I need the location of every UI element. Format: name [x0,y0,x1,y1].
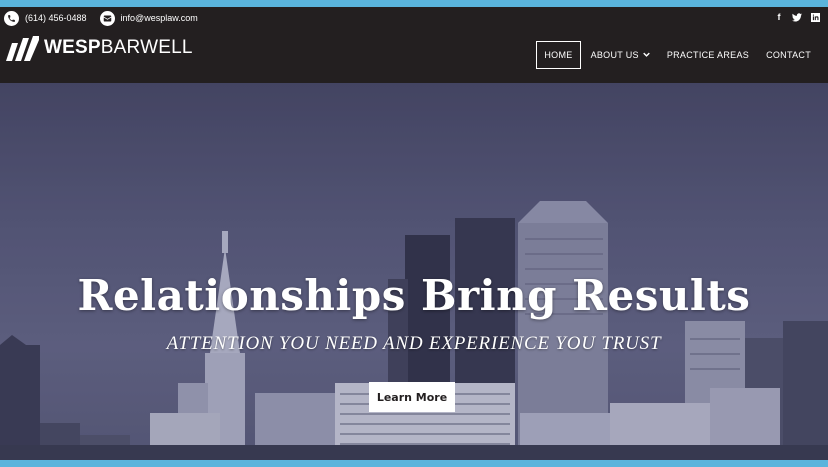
hero-banner: Relationships Bring Results ATTENTION YO… [0,83,828,460]
nav-about-us[interactable]: ABOUT US [584,42,657,68]
phone-icon [4,10,19,26]
phone-number: (614) 456-0488 [25,13,87,23]
nav-practice-areas[interactable]: PRACTICE AREAS [660,42,756,68]
email-address: info@wesplaw.com [120,13,198,23]
nav-about-label: ABOUT US [590,50,639,60]
twitter-icon[interactable] [792,12,802,22]
hero-subheadline: ATTENTION YOU NEED AND EXPERIENCE YOU TR… [166,333,662,354]
logo-wordmark: WESPBARWELL [44,37,193,59]
top-bar: (614) 456-0488 info@wesplaw.com f [0,7,828,29]
primary-nav: HOME ABOUT US PRACTICE AREAS CONTACT [533,41,818,69]
linkedin-icon[interactable] [810,12,820,22]
top-accent-bar [0,0,828,7]
envelope-icon [99,10,115,26]
logo-word-wesp: WESP [44,37,101,58]
site-logo[interactable]: WESPBARWELL [6,34,193,62]
chevron-down-icon [643,52,650,59]
logo-mark-icon [6,36,39,61]
bottom-accent-bar [0,460,828,467]
hero-headline: Relationships Bring Results [77,271,751,320]
nav-home[interactable]: HOME [536,41,581,69]
learn-more-button[interactable]: Learn More [369,382,455,412]
logo-word-barwell: BARWELL [100,37,193,58]
facebook-icon[interactable]: f [774,12,784,22]
main-navbar: WESPBARWELL HOME ABOUT US PRACTICE AREAS… [0,29,828,83]
email-contact[interactable]: info@wesplaw.com [99,10,198,26]
social-links: f [774,12,820,22]
phone-contact[interactable]: (614) 456-0488 [4,10,87,26]
nav-contact[interactable]: CONTACT [759,42,818,68]
